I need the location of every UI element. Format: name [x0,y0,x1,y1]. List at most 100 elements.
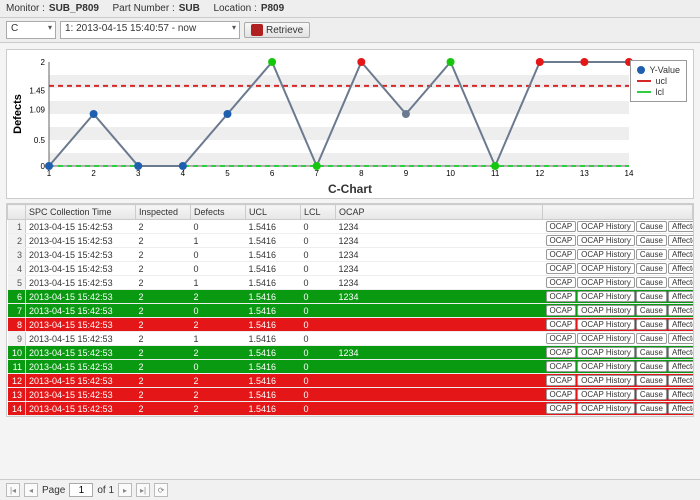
action-ocap-history[interactable]: OCAP History [577,291,635,302]
action-affected-s-ns[interactable]: Affected S/Ns [668,403,693,414]
cell-actions: OCAPOCAP HistoryCauseAffected S/Ns [543,290,693,304]
table-row[interactable]: 1 2013-04-15 15:42:53 2 0 1.5416 0 1234 … [8,220,693,234]
action-ocap[interactable]: OCAP [546,305,577,316]
cell-lcl: 0 [301,388,336,402]
cell-actions: OCAPOCAP HistoryCauseAffected S/Ns [543,318,693,332]
action-ocap[interactable]: OCAP [546,319,577,330]
action-affected-s-ns[interactable]: Affected S/Ns [668,347,693,358]
pager-next[interactable]: ▸ [118,483,132,497]
svg-text:5: 5 [225,169,230,178]
table-row[interactable]: 3 2013-04-15 15:42:53 2 0 1.5416 0 1234 … [8,248,693,262]
action-affected-s-ns[interactable]: Affected S/Ns [668,249,693,260]
table-row[interactable]: 6 2013-04-15 15:42:53 2 2 1.5416 0 1234 … [8,290,693,304]
action-ocap-history[interactable]: OCAP History [577,403,635,414]
table-row[interactable]: 14 2013-04-15 15:42:53 2 2 1.5416 0 OCAP… [8,402,693,416]
table-row[interactable]: 9 2013-04-15 15:42:53 2 1 1.5416 0 OCAPO… [8,332,693,346]
table-row[interactable]: 11 2013-04-15 15:42:53 2 0 1.5416 0 OCAP… [8,360,693,374]
action-affected-s-ns[interactable]: Affected S/Ns [668,333,693,344]
action-cause[interactable]: Cause [636,403,667,414]
col-header[interactable]: OCAP [336,205,543,220]
action-ocap[interactable]: OCAP [546,221,577,232]
action-cause[interactable]: Cause [636,263,667,274]
action-cause[interactable]: Cause [636,389,667,400]
cell-actions: OCAPOCAP HistoryCauseAffected S/Ns [543,388,693,402]
action-affected-s-ns[interactable]: Affected S/Ns [668,277,693,288]
col-header[interactable]: LCL [301,205,336,220]
action-affected-s-ns[interactable]: Affected S/Ns [668,235,693,246]
action-ocap[interactable]: OCAP [546,375,577,386]
action-cause[interactable]: Cause [636,291,667,302]
col-header[interactable]: Defects [191,205,246,220]
action-ocap[interactable]: OCAP [546,235,577,246]
action-ocap-history[interactable]: OCAP History [577,221,635,232]
table-row[interactable]: 10 2013-04-15 15:42:53 2 2 1.5416 0 1234… [8,346,693,360]
action-cause[interactable]: Cause [636,333,667,344]
action-cause[interactable]: Cause [636,277,667,288]
action-ocap[interactable]: OCAP [546,389,577,400]
col-header[interactable]: UCL [246,205,301,220]
mode-select[interactable]: C [6,21,56,39]
table-row[interactable]: 2 2013-04-15 15:42:53 2 1 1.5416 0 1234 … [8,234,693,248]
action-cause[interactable]: Cause [636,319,667,330]
data-grid: SPC Collection TimeInspectedDefectsUCLLC… [6,203,694,417]
action-cause[interactable]: Cause [636,249,667,260]
col-header[interactable]: SPC Collection Time [26,205,136,220]
action-ocap-history[interactable]: OCAP History [577,361,635,372]
svg-text:1.45: 1.45 [29,87,45,96]
action-ocap-history[interactable]: OCAP History [577,347,635,358]
action-affected-s-ns[interactable]: Affected S/Ns [668,305,693,316]
retrieve-button[interactable]: Retrieve [244,22,310,38]
action-ocap-history[interactable]: OCAP History [577,235,635,246]
action-ocap-history[interactable]: OCAP History [577,277,635,288]
action-cause[interactable]: Cause [636,235,667,246]
action-cause[interactable]: Cause [636,347,667,358]
action-cause[interactable]: Cause [636,375,667,386]
action-affected-s-ns[interactable]: Affected S/Ns [668,361,693,372]
pager-refresh[interactable]: ⟳ [154,483,168,497]
action-ocap-history[interactable]: OCAP History [577,319,635,330]
action-affected-s-ns[interactable]: Affected S/Ns [668,319,693,330]
action-cause[interactable]: Cause [636,361,667,372]
action-ocap-history[interactable]: OCAP History [577,263,635,274]
legend-item: lcl [637,87,680,97]
action-ocap[interactable]: OCAP [546,361,577,372]
action-affected-s-ns[interactable]: Affected S/Ns [668,263,693,274]
range-select[interactable]: 1: 2013-04-15 15:40:57 - now [60,21,240,39]
svg-text:6: 6 [270,169,275,178]
table-row[interactable]: 5 2013-04-15 15:42:53 2 1 1.5416 0 1234 … [8,276,693,290]
cell-time: 2013-04-15 15:42:53 [26,276,136,290]
action-ocap[interactable]: OCAP [546,333,577,344]
action-affected-s-ns[interactable]: Affected S/Ns [668,389,693,400]
cell-ocap: 1234 [336,276,543,290]
action-ocap[interactable]: OCAP [546,347,577,358]
col-header[interactable]: Inspected [136,205,191,220]
action-ocap-history[interactable]: OCAP History [577,305,635,316]
action-ocap-history[interactable]: OCAP History [577,249,635,260]
pager-prev[interactable]: ◂ [24,483,38,497]
action-cause[interactable]: Cause [636,221,667,232]
table-row[interactable]: 12 2013-04-15 15:42:53 2 2 1.5416 0 OCAP… [8,374,693,388]
table-row[interactable]: 4 2013-04-15 15:42:53 2 0 1.5416 0 1234 … [8,262,693,276]
svg-text:12: 12 [535,169,544,178]
action-affected-s-ns[interactable]: Affected S/Ns [668,291,693,302]
action-ocap[interactable]: OCAP [546,263,577,274]
action-ocap-history[interactable]: OCAP History [577,333,635,344]
pager-last[interactable]: ▸| [136,483,150,497]
svg-text:7: 7 [314,169,319,178]
action-ocap[interactable]: OCAP [546,249,577,260]
row-number: 2 [8,234,26,248]
pager-first[interactable]: |◂ [6,483,20,497]
action-ocap[interactable]: OCAP [546,291,577,302]
table-row[interactable]: 7 2013-04-15 15:42:53 2 0 1.5416 0 OCAPO… [8,304,693,318]
table-row[interactable]: 13 2013-04-15 15:42:53 2 2 1.5416 0 OCAP… [8,388,693,402]
action-affected-s-ns[interactable]: Affected S/Ns [668,221,693,232]
action-ocap-history[interactable]: OCAP History [577,389,635,400]
action-cause[interactable]: Cause [636,305,667,316]
pager-page-input[interactable] [69,483,93,497]
action-ocap-history[interactable]: OCAP History [577,375,635,386]
chart-title: C-Chart [9,182,691,196]
action-ocap[interactable]: OCAP [546,277,577,288]
table-row[interactable]: 8 2013-04-15 15:42:53 2 2 1.5416 0 OCAPO… [8,318,693,332]
action-ocap[interactable]: OCAP [546,403,577,414]
action-affected-s-ns[interactable]: Affected S/Ns [668,375,693,386]
